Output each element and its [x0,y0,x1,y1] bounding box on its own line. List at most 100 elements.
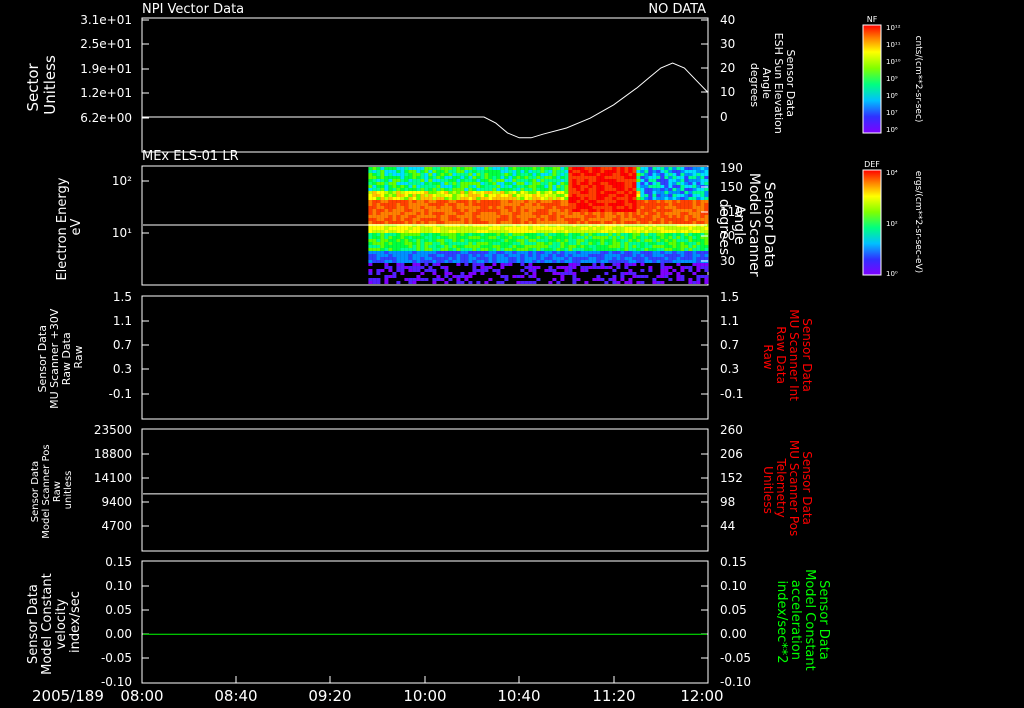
spectrogram-cell [592,170,597,173]
spectrogram-cell [536,200,541,203]
spectrogram-cell [524,257,529,260]
spectrogram-cell [532,248,537,251]
spectrogram-cell [668,230,673,233]
spectrogram-cell [544,230,549,233]
spectrogram-cell [388,182,393,185]
spectrogram-cell [396,263,401,266]
spectrogram-cell [408,197,413,200]
spectrogram-cell [576,185,581,188]
spectrogram-cell [660,260,665,263]
spectrogram-cell [528,227,533,230]
spectrogram-cell [616,176,621,179]
spectrogram-cell [576,251,581,254]
spectrogram-cell [488,191,493,194]
spectrogram-cell [556,218,561,221]
spectrogram-cell [452,176,457,179]
spectrogram-cell [464,194,469,197]
spectrogram-cell [432,251,437,254]
spectrogram-cell [648,170,653,173]
spectrogram-cell [600,173,605,176]
spectrogram-cell [436,248,441,251]
spectrogram-cell [656,230,661,233]
spectrogram-cell [588,230,593,233]
spectrogram-cell [500,173,505,176]
spectrogram-cell [564,257,569,260]
spectrogram-cell [480,191,485,194]
spectrogram-cell [440,203,445,206]
spectrogram-cell [680,215,685,218]
spectrogram-cell [420,251,425,254]
spectrogram-cell [684,251,689,254]
spectrogram-cell [448,227,453,230]
spectrogram-cell [480,173,485,176]
spectrogram-cell [464,197,469,200]
spectrogram-cell [400,188,405,191]
spectrogram-cell [444,227,449,230]
spectrogram-cell [652,209,657,212]
spectrogram-cell [440,167,445,170]
spectrogram-cell [484,182,489,185]
spectrogram-cell [388,191,393,194]
spectrogram-cell [460,170,465,173]
spectrogram-cell [500,179,505,182]
spectrogram-cell [436,176,441,179]
spectrogram-cell [568,245,573,248]
spectrogram-cell [516,236,521,239]
spectrogram-cell [464,257,469,260]
spectrogram-cell [500,212,505,215]
spectrogram-cell [624,221,629,224]
spectrogram-cell [636,176,641,179]
p4-ytick-left: 9400 [101,495,132,509]
spectrogram-cell [596,194,601,197]
spectrogram-cell [540,218,545,221]
spectrogram-cell [584,215,589,218]
spectrogram-cell [552,188,557,191]
spectrogram-cell [408,194,413,197]
spectrogram-cell [552,197,557,200]
spectrogram-cell [680,179,685,182]
spectrogram-cell [512,221,517,224]
spectrogram-cell [476,239,481,242]
spectrogram-cell [448,167,453,170]
spectrogram-cell [628,176,633,179]
spectrogram-cell [620,227,625,230]
spectrogram-cell [452,215,457,218]
spectrogram-cell [616,203,621,206]
spectrogram-cell [384,230,389,233]
spectrogram-cell [608,170,613,173]
spectrogram-cell [496,269,501,272]
spectrogram-cell [628,194,633,197]
spectrogram-cell [488,185,493,188]
spectrogram-cell [396,167,401,170]
spectrogram-cell [376,260,381,263]
spectrogram-cell [448,218,453,221]
spectrogram-cell [396,176,401,179]
spectrogram-cell [560,236,565,239]
spectrogram-cell [372,227,377,230]
spectrogram-cell [536,212,541,215]
spectrogram-cell [380,182,385,185]
spectrogram-cell [576,173,581,176]
spectrogram-cell [440,185,445,188]
spectrogram-cell [480,266,485,269]
spectrogram-cell [648,260,653,263]
spectrogram-cell [560,230,565,233]
spectrogram-cell [640,176,645,179]
spectrogram-cell [540,260,545,263]
spectrogram-cell [428,260,433,263]
spectrogram-cell [660,212,665,215]
spectrogram-cell [508,203,513,206]
spectrogram-cell [416,236,421,239]
spectrogram-cell [672,269,677,272]
spectrogram-cell [392,173,397,176]
spectrogram-cell [424,248,429,251]
spectrogram-cell [436,182,441,185]
spectrogram-cell [492,167,497,170]
spectrogram-cell [480,197,485,200]
spectrogram-cell [656,197,661,200]
spectrogram-cell [624,281,629,284]
spectrogram-cell [424,197,429,200]
spectrogram-cell [508,230,513,233]
spectrogram-cell [380,185,385,188]
spectrogram-cell [592,194,597,197]
